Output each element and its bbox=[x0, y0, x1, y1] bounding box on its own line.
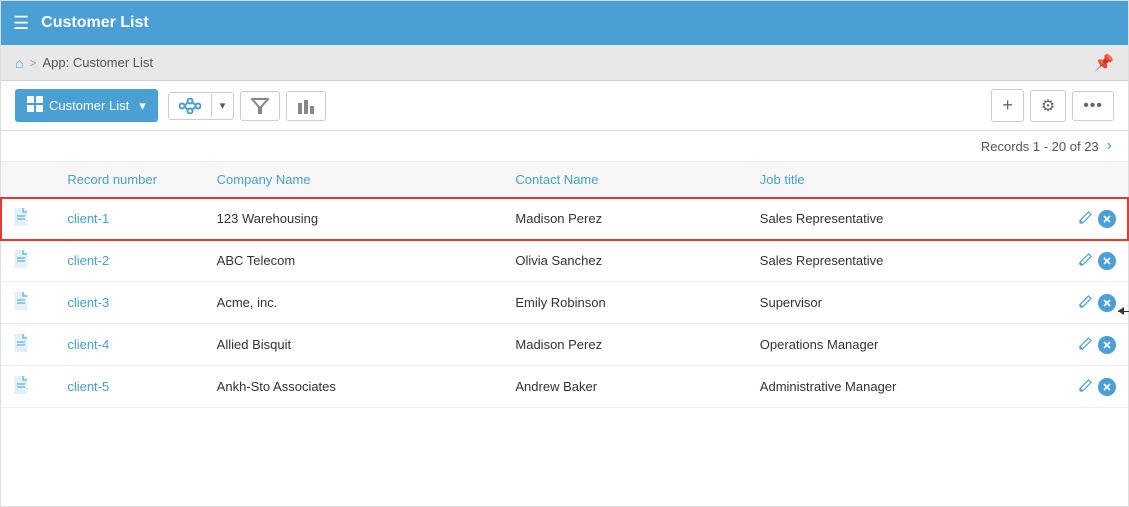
document-icon bbox=[13, 334, 29, 352]
document-icon bbox=[13, 376, 29, 394]
home-icon[interactable]: ⌂ bbox=[15, 55, 23, 71]
actions-cell bbox=[1033, 240, 1128, 282]
edit-button[interactable] bbox=[1079, 337, 1092, 353]
edit-button[interactable] bbox=[1079, 253, 1092, 269]
record-number[interactable]: client-3 bbox=[67, 295, 109, 310]
view-selector[interactable]: Customer List ▾ bbox=[15, 89, 158, 122]
grid-icon bbox=[27, 96, 43, 115]
delete-button[interactable] bbox=[1098, 210, 1116, 228]
pagination-next[interactable]: › bbox=[1107, 137, 1112, 155]
record-icon-cell bbox=[1, 324, 55, 366]
header-title: Customer List bbox=[41, 14, 149, 32]
add-button[interactable]: + bbox=[991, 89, 1024, 122]
settings-icon: ⚙ bbox=[1041, 96, 1055, 116]
edit-button[interactable] bbox=[1079, 379, 1092, 395]
more-button[interactable]: ••• bbox=[1072, 91, 1114, 121]
pagination-text: Records 1 - 20 of 23 bbox=[981, 139, 1099, 154]
actions-cell bbox=[1033, 324, 1128, 366]
job-cell: Operations Manager bbox=[748, 324, 1033, 366]
record-number[interactable]: client-5 bbox=[67, 379, 109, 394]
contact-cell: Andrew Baker bbox=[503, 366, 747, 408]
delete-button[interactable] bbox=[1098, 336, 1116, 354]
pagination-bar: Records 1 - 20 of 23 › bbox=[1, 131, 1128, 162]
col-record-header: Record number bbox=[55, 162, 204, 198]
actions-cell bbox=[1033, 366, 1128, 408]
company-cell: 123 Warehousing bbox=[205, 198, 504, 240]
contact-cell: Madison Perez bbox=[503, 324, 747, 366]
record-number[interactable]: client-2 bbox=[67, 253, 109, 268]
document-icon bbox=[13, 208, 29, 226]
toolbar: Customer List ▾ ▾ bbox=[1, 81, 1128, 131]
job-cell: Administrative Manager bbox=[748, 366, 1033, 408]
record-label-container: Record bbox=[1118, 304, 1129, 319]
record-number-cell[interactable]: client-3 bbox=[55, 282, 204, 324]
table-header-row: Record number Company Name Contact Name … bbox=[1, 162, 1128, 198]
flow-icon[interactable] bbox=[169, 93, 211, 119]
col-icon-header bbox=[1, 162, 55, 198]
table-row: client-5 Ankh-Sto AssociatesAndrew BakerA… bbox=[1, 366, 1128, 408]
table-row: client-1 123 WarehousingMadison PerezSale… bbox=[1, 198, 1128, 240]
edit-button[interactable] bbox=[1079, 295, 1092, 311]
edit-button[interactable] bbox=[1079, 211, 1092, 227]
flow-button[interactable]: ▾ bbox=[168, 92, 235, 120]
company-cell: ABC Telecom bbox=[205, 240, 504, 282]
view-selector-main[interactable]: Customer List ▾ bbox=[17, 91, 156, 120]
view-dropdown-arrow: ▾ bbox=[139, 98, 146, 114]
job-cell: Sales Representative bbox=[748, 240, 1033, 282]
flow-dropdown-arrow[interactable]: ▾ bbox=[211, 94, 234, 117]
actions-cell bbox=[1033, 282, 1128, 324]
table-row: client-4 Allied BisquitMadison PerezOpera… bbox=[1, 324, 1128, 366]
more-icon: ••• bbox=[1083, 97, 1103, 115]
record-number-cell[interactable]: client-1 bbox=[55, 198, 204, 240]
col-company-header: Company Name bbox=[205, 162, 504, 198]
contact-cell: Madison Perez bbox=[503, 198, 747, 240]
company-cell: Ankh-Sto Associates bbox=[205, 366, 504, 408]
company-cell: Acme, inc. bbox=[205, 282, 504, 324]
company-cell: Allied Bisquit bbox=[205, 324, 504, 366]
pin-icon[interactable]: 📌 bbox=[1094, 53, 1114, 73]
view-label: Customer List bbox=[49, 98, 129, 113]
breadcrumb-path: App: Customer List bbox=[42, 55, 153, 70]
header-bar: ☰ Customer List bbox=[1, 1, 1128, 45]
record-icon-cell bbox=[1, 282, 55, 324]
breadcrumb-separator: > bbox=[29, 56, 36, 70]
col-contact-header: Contact Name bbox=[503, 162, 747, 198]
record-icon-cell bbox=[1, 366, 55, 408]
col-job-header: Job title bbox=[748, 162, 1033, 198]
record-icon-cell bbox=[1, 198, 55, 240]
document-icon bbox=[13, 292, 29, 310]
delete-button[interactable] bbox=[1098, 378, 1116, 396]
delete-button[interactable] bbox=[1098, 252, 1116, 270]
job-cell: Supervisor bbox=[748, 282, 1033, 324]
col-actions-header bbox=[1033, 162, 1128, 198]
filter-button[interactable] bbox=[240, 91, 280, 121]
contact-cell: Emily Robinson bbox=[503, 282, 747, 324]
delete-button[interactable] bbox=[1098, 294, 1116, 312]
breadcrumb-bar: ⌂ > App: Customer List 📌 bbox=[1, 45, 1128, 81]
table-row: client-2 ABC TelecomOlivia SanchezSales R… bbox=[1, 240, 1128, 282]
record-number-cell[interactable]: client-5 bbox=[55, 366, 204, 408]
record-number-cell[interactable]: client-4 bbox=[55, 324, 204, 366]
settings-button[interactable]: ⚙ bbox=[1030, 90, 1066, 122]
job-cell: Sales Representative bbox=[748, 198, 1033, 240]
document-icon bbox=[13, 250, 29, 268]
data-table: Record number Company Name Contact Name … bbox=[1, 162, 1128, 408]
actions-cell bbox=[1033, 198, 1128, 240]
menu-icon[interactable]: ☰ bbox=[13, 13, 29, 34]
add-icon: + bbox=[1002, 95, 1013, 116]
record-number[interactable]: client-1 bbox=[67, 211, 109, 226]
table-row: client-3 Acme, inc.Emily RobinsonSupervis… bbox=[1, 282, 1128, 324]
record-icon-cell bbox=[1, 240, 55, 282]
contact-cell: Olivia Sanchez bbox=[503, 240, 747, 282]
record-number[interactable]: client-4 bbox=[67, 337, 109, 352]
chart-button[interactable] bbox=[286, 91, 326, 121]
record-number-cell[interactable]: client-2 bbox=[55, 240, 204, 282]
